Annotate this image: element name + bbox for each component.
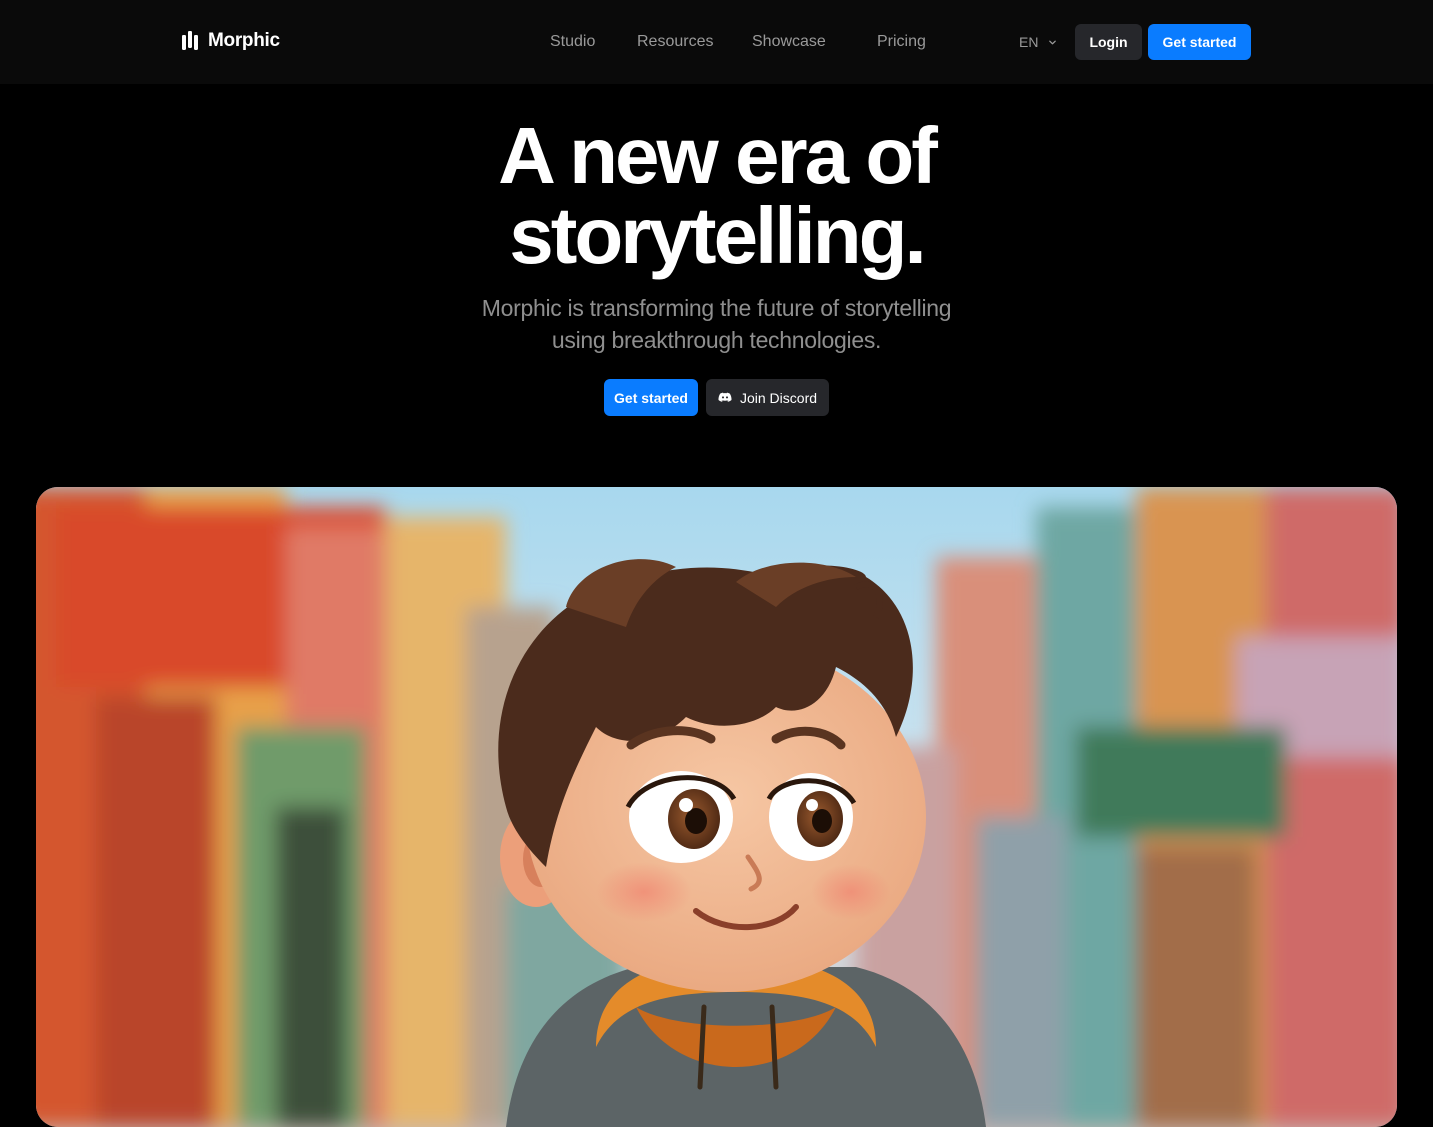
- nav-link-studio[interactable]: Studio: [550, 32, 595, 52]
- discord-icon: [718, 392, 732, 402]
- hero-subtitle-line-1: Morphic is transforming the future of st…: [481, 295, 952, 321]
- brand-logo[interactable]: Morphic: [182, 30, 280, 52]
- hero-get-started-button[interactable]: Get started: [604, 379, 698, 416]
- hero-title-line-2: storytelling.: [509, 191, 926, 280]
- hero-title: A new era of storytelling.: [0, 116, 1433, 276]
- nav-link-resources[interactable]: Resources: [637, 32, 713, 52]
- top-navigation-bar: Morphic Studio Resources Showcase Pricin…: [0, 0, 1433, 84]
- morphic-logo-icon: [182, 31, 198, 50]
- login-button[interactable]: Login: [1075, 24, 1142, 60]
- nav-link-showcase[interactable]: Showcase: [752, 32, 826, 52]
- nav-link-pricing[interactable]: Pricing: [877, 32, 926, 52]
- chevron-down-icon: [1049, 40, 1057, 44]
- hero-video-preview[interactable]: [36, 487, 1397, 1127]
- hero-title-line-1: A new era of: [498, 111, 938, 200]
- language-selector[interactable]: EN: [1019, 33, 1057, 51]
- join-discord-label: Join Discord: [739, 389, 818, 406]
- join-discord-button[interactable]: Join Discord: [706, 379, 829, 416]
- language-label: EN: [1019, 34, 1039, 50]
- hero-subtitle: Morphic is transforming the future of st…: [0, 292, 1433, 356]
- animated-boy-illustration: [36, 487, 1397, 1127]
- hero-subtitle-line-2: using breakthrough technologies.: [551, 327, 882, 353]
- header-get-started-button[interactable]: Get started: [1148, 24, 1251, 60]
- brand-name: Morphic: [208, 30, 280, 51]
